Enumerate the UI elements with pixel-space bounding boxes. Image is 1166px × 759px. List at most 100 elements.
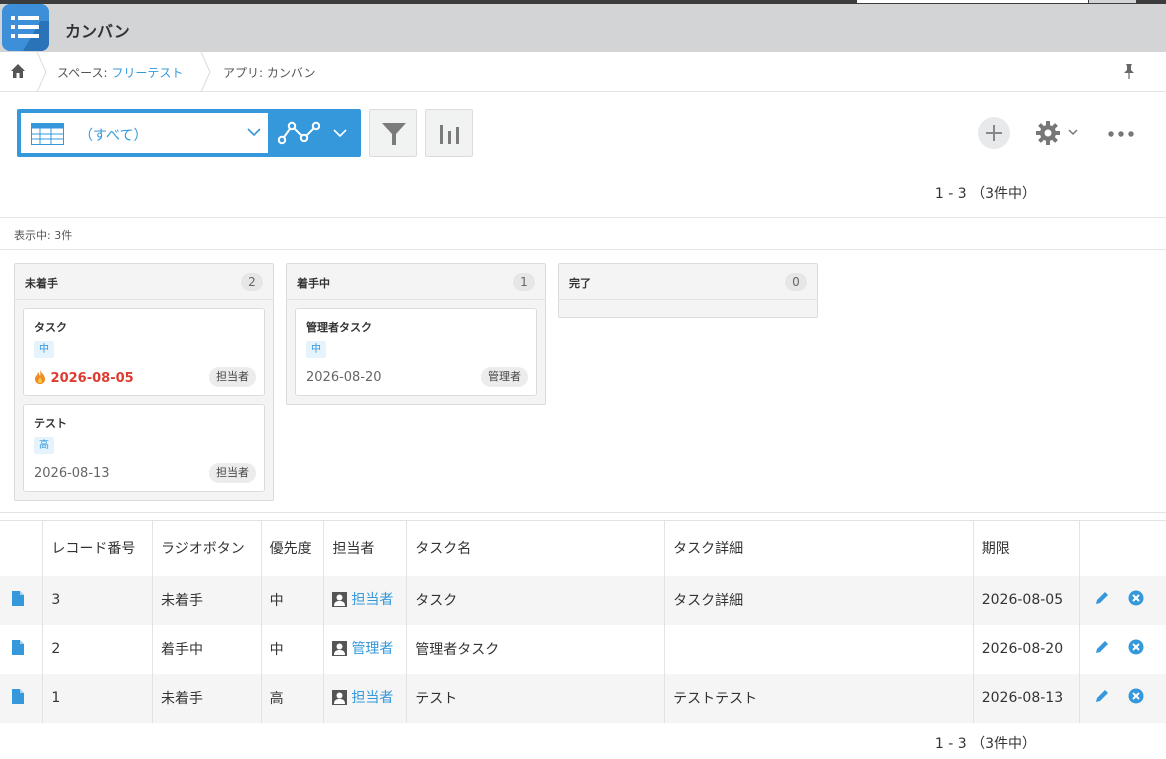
cell-due-date: 2026-08-20	[973, 624, 1080, 674]
card-due-date-text: 2026-08-05	[50, 371, 134, 386]
priority-tag: 高	[34, 437, 54, 454]
cell-radio: 未着手	[152, 575, 262, 625]
card-due-date: 2026-08-13	[34, 466, 110, 481]
column-header[interactable]: 優先度	[261, 520, 325, 576]
assignee-badge: 担当者	[209, 367, 256, 387]
assignee-badge: 担当者	[209, 463, 256, 483]
column-header[interactable]: レコード番号	[42, 520, 153, 576]
kanban-status-text: 表示中: 3件	[14, 229, 73, 242]
user-link-text: 担当者	[351, 592, 394, 609]
cell-record-number: 2	[42, 624, 153, 674]
cell-task-name: タスク	[406, 575, 666, 625]
plus-icon	[986, 125, 1002, 141]
user-link[interactable]: 担当者	[332, 589, 393, 609]
card-title: 管理者タスク	[306, 321, 372, 334]
delete-icon[interactable]	[1128, 639, 1144, 659]
breadcrumb: スペース: フリーテスト アプリ: カンバン	[0, 52, 1166, 92]
kanban-card[interactable]: 管理者タスク 中 2026-08-20 管理者	[295, 308, 537, 396]
view-name: （すべて）	[79, 128, 148, 144]
cell-task-name: 管理者タスク	[406, 624, 666, 674]
pagination-info-top: 1 - 3 （3件中）	[934, 186, 1036, 202]
table-row: 2 着手中 中 管理者 管理者タスク 2026-08-20	[0, 624, 1166, 674]
column-header[interactable]: タスク名	[406, 520, 666, 576]
table-row: 3 未着手 中 担当者 タスク タスク詳細 2026-08-05	[0, 575, 1166, 625]
column-title: 着手中	[297, 277, 330, 290]
edit-pencil-icon[interactable]	[1094, 590, 1110, 610]
filter-button[interactable]	[369, 109, 417, 157]
gear-icon[interactable]	[1035, 120, 1061, 146]
cell-task-name: テスト	[406, 673, 666, 723]
kanban-card[interactable]: テスト 高 2026-08-13 担当者	[23, 404, 265, 492]
graph-chevron-down-icon[interactable]	[333, 128, 347, 138]
breadcrumb-space-prefix: スペース:	[57, 66, 112, 80]
delete-icon[interactable]	[1128, 590, 1144, 610]
chart-button[interactable]	[425, 109, 473, 157]
header-icon-column	[0, 520, 44, 576]
breadcrumb-space-link[interactable]: フリーテスト	[111, 66, 183, 80]
user-link-text: 管理者	[351, 641, 394, 658]
more-options-icon[interactable]	[1108, 131, 1134, 137]
column-count-badge: 2	[241, 273, 263, 291]
column-header[interactable]: 期限	[973, 520, 1080, 576]
fire-icon	[35, 370, 45, 384]
breadcrumb-space: スペース: フリーテスト	[57, 64, 183, 81]
kanban-card[interactable]: タスク 中 2026-08-05 担当者	[23, 308, 265, 396]
home-icon[interactable]	[10, 63, 26, 83]
pin-icon[interactable]	[1122, 63, 1136, 83]
record-detail-icon[interactable]	[12, 590, 24, 606]
user-icon	[332, 640, 348, 656]
add-record-button[interactable]	[978, 117, 1010, 149]
header-actions-column	[1079, 520, 1166, 576]
graph-icon[interactable]	[278, 120, 320, 146]
column-header[interactable]: ラジオボタン	[152, 520, 262, 576]
view-dropdown[interactable]: （すべて）	[21, 113, 268, 153]
view-selector: （すべて）	[17, 109, 361, 157]
cell-record-number: 3	[42, 575, 153, 625]
user-link[interactable]: 担当者	[332, 687, 393, 707]
cell-task-detail: タスク詳細	[664, 575, 974, 625]
breadcrumb-separator-icon	[200, 52, 211, 92]
bar-chart-icon	[440, 125, 459, 144]
table-header-row: レコード番号 ラジオボタン 優先度 担当者 タスク名 タスク詳細 期限	[0, 520, 1166, 576]
app-title: カンバン	[65, 22, 130, 41]
priority-tag: 中	[34, 341, 54, 358]
edit-pencil-icon[interactable]	[1094, 639, 1110, 659]
column-title: 未着手	[25, 277, 58, 290]
card-title: テスト	[34, 417, 67, 430]
records-table: レコード番号 ラジオボタン 優先度 担当者 タスク名 タスク詳細 期限 3 未着…	[0, 520, 1166, 723]
funnel-icon	[382, 123, 406, 145]
kanban-column-todo: 未着手 2 タスク 中 2026-08-05 担当者 テスト 高 2026-08…	[14, 263, 274, 501]
column-header[interactable]: 担当者	[323, 520, 408, 576]
record-detail-icon[interactable]	[12, 639, 24, 655]
top-search-button[interactable]	[1089, 0, 1136, 3]
column-header[interactable]: タスク詳細	[664, 520, 974, 576]
user-icon	[332, 591, 348, 607]
cell-priority: 中	[261, 575, 325, 625]
delete-icon[interactable]	[1128, 688, 1144, 708]
kanban-column-done: 完了 0	[558, 263, 818, 318]
card-due-date: 2026-08-20	[306, 370, 382, 385]
cell-due-date: 2026-08-05	[973, 575, 1080, 625]
app-header: カンバン	[0, 4, 1166, 52]
kanban-board: 表示中: 3件 未着手 2 タスク 中 2026-08-05 担当者 テスト 高…	[0, 217, 1166, 513]
edit-pencil-icon[interactable]	[1094, 688, 1110, 708]
cell-due-date: 2026-08-13	[973, 673, 1080, 723]
user-link[interactable]: 管理者	[332, 638, 393, 658]
kanban-column-in-progress: 着手中 1 管理者タスク 中 2026-08-20 管理者	[286, 263, 546, 405]
cell-priority: 高	[261, 673, 325, 723]
column-title: 完了	[569, 277, 591, 290]
divider	[0, 249, 1166, 250]
column-count-badge: 1	[513, 273, 535, 291]
cell-task-detail	[664, 624, 974, 674]
cell-priority: 中	[261, 624, 325, 674]
breadcrumb-app: アプリ: カンバン	[223, 66, 316, 80]
breadcrumb-separator-icon	[36, 52, 47, 92]
cell-radio: 着手中	[152, 624, 262, 674]
user-link-text: 担当者	[351, 690, 394, 707]
top-search-area[interactable]	[857, 0, 1088, 3]
app-list-icon[interactable]	[2, 4, 49, 51]
record-detail-icon[interactable]	[12, 688, 24, 704]
assignee-badge: 管理者	[481, 367, 528, 387]
user-icon	[332, 689, 348, 705]
settings-chevron-down-icon[interactable]	[1068, 128, 1078, 136]
